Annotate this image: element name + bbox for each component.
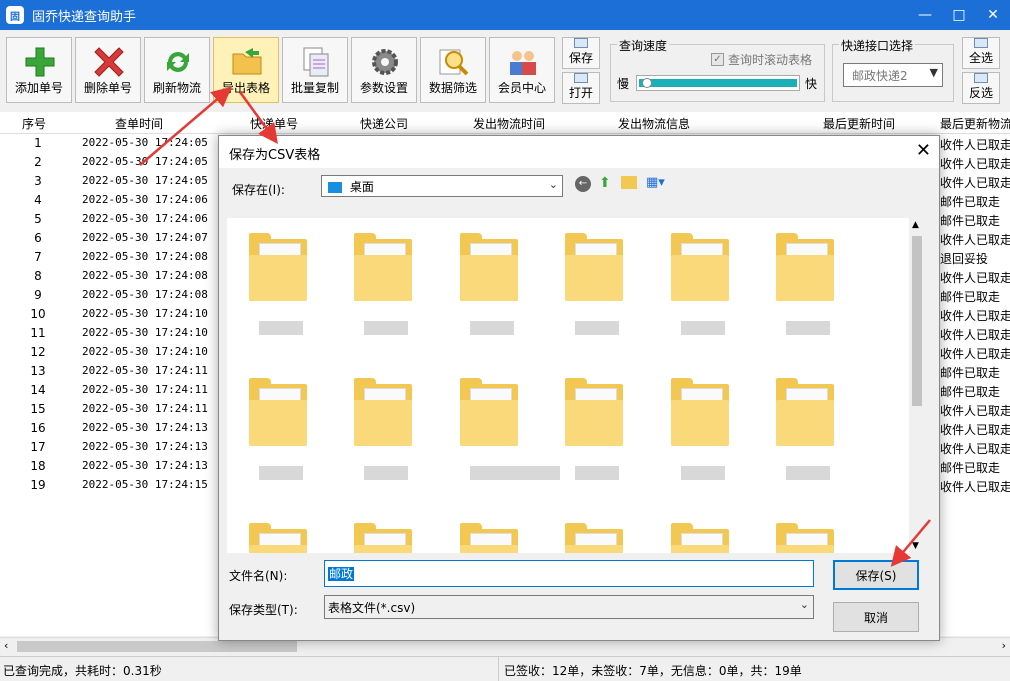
arrow-to-save bbox=[890, 519, 931, 567]
arrow-to-dialog bbox=[238, 91, 278, 145]
arrow-to-export bbox=[139, 86, 232, 166]
annotation-arrows bbox=[139, 86, 931, 567]
